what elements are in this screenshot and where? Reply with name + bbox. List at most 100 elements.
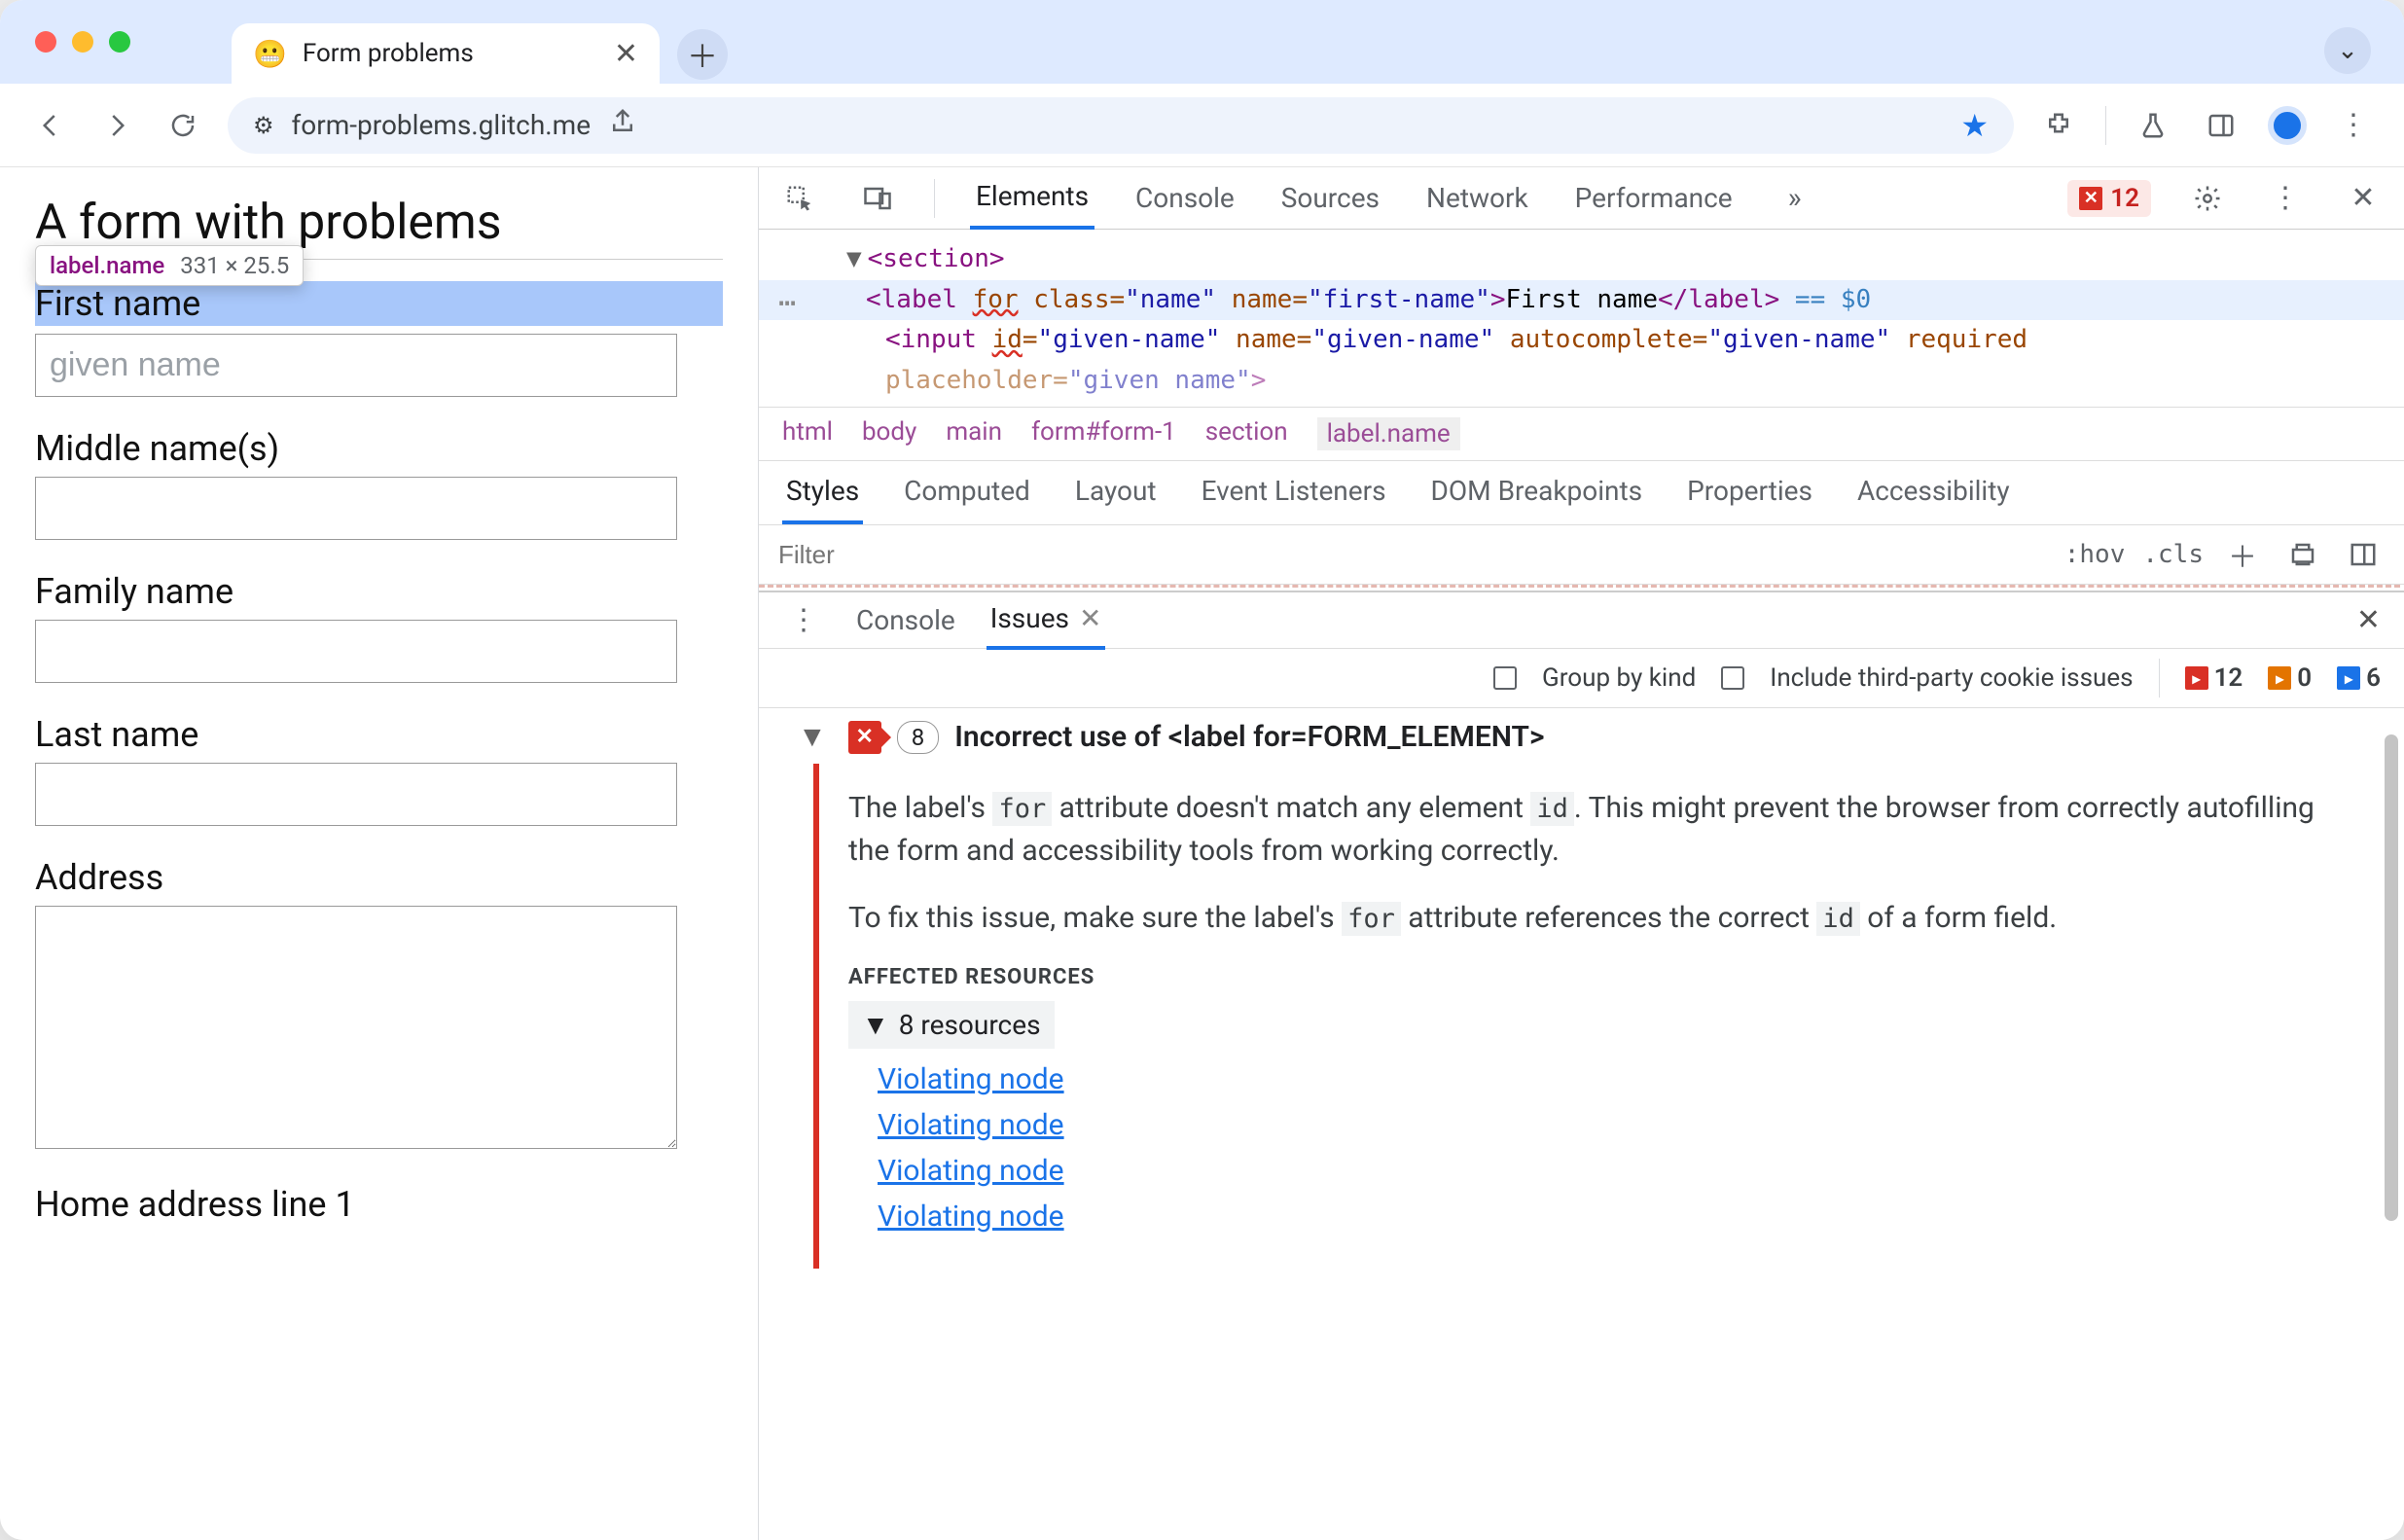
tab-network[interactable]: Network	[1420, 168, 1534, 228]
devtools-kebab-icon[interactable]: ⋮	[2264, 177, 2307, 220]
issue-header[interactable]: ▼ ✕ 8 Incorrect use of <label for=FORM_E…	[798, 720, 2381, 754]
violating-nodes-list: Violating node Violating node Violating …	[848, 1062, 2351, 1234]
field-home1: Home address line 1	[35, 1184, 723, 1225]
tab-favicon: 😬	[253, 38, 287, 70]
dom-tree[interactable]: ▼<section> <label for class="name" name=…	[759, 230, 2404, 407]
expand-icon[interactable]: ▼	[798, 720, 827, 754]
maximize-window-button[interactable]	[109, 31, 130, 53]
expand-icon[interactable]: ▼	[846, 244, 862, 273]
issue-count: 8	[897, 721, 940, 754]
extensions-icon[interactable]	[2037, 104, 2080, 147]
violating-node-link[interactable]: Violating node	[878, 1154, 2351, 1188]
back-button[interactable]	[29, 104, 72, 147]
computed-icon[interactable]	[2342, 533, 2385, 576]
crumb[interactable]: html	[782, 417, 833, 450]
input-middle-name[interactable]	[35, 477, 677, 540]
address-bar[interactable]: ⚙ form-problems.glitch.me ★	[228, 97, 2014, 154]
minimize-window-button[interactable]	[72, 31, 93, 53]
reload-button[interactable]	[161, 104, 204, 147]
tab-event-listeners[interactable]: Event Listeners	[1198, 461, 1390, 524]
error-count-chip[interactable]: ✕ 12	[2067, 180, 2151, 217]
violating-node-link[interactable]: Violating node	[878, 1062, 2351, 1096]
violating-node-link[interactable]: Violating node	[878, 1108, 2351, 1142]
badge-info[interactable]: ▸6	[2337, 663, 2381, 693]
new-tab-button[interactable]: ＋	[677, 29, 728, 80]
close-icon[interactable]: ✕	[1079, 602, 1101, 634]
separator	[934, 179, 935, 218]
tab-styles[interactable]: Styles	[782, 461, 863, 524]
drawer-close-icon[interactable]: ✕	[2356, 603, 2381, 637]
tab-console[interactable]: Console	[1130, 168, 1240, 228]
crumb[interactable]: form#form-1	[1031, 417, 1176, 450]
input-first-name[interactable]	[35, 334, 677, 397]
tab-layout[interactable]: Layout	[1071, 461, 1161, 524]
bookmark-star-icon[interactable]: ★	[1960, 107, 1989, 144]
tooltip-dimensions: 331 × 25.5	[180, 252, 289, 279]
issue-paragraph: To fix this issue, make sure the label's…	[848, 897, 2351, 940]
share-icon[interactable]	[608, 107, 637, 143]
tab-properties[interactable]: Properties	[1683, 461, 1816, 524]
tab-title: Form problems	[303, 39, 474, 68]
tab-computed[interactable]: Computed	[900, 461, 1034, 524]
inspect-icon[interactable]	[778, 177, 821, 220]
scrollbar[interactable]	[2385, 734, 2398, 1221]
issue-paragraph: The label's for attribute doesn't match …	[848, 787, 2351, 872]
crumb[interactable]: section	[1205, 417, 1288, 450]
hov-button[interactable]: :hov	[2064, 540, 2126, 569]
error-count: 12	[2110, 184, 2139, 213]
styles-filter-input[interactable]	[778, 540, 2047, 570]
tab-sources[interactable]: Sources	[1275, 168, 1385, 228]
site-settings-icon[interactable]: ⚙	[253, 112, 274, 139]
print-media-icon[interactable]	[2281, 533, 2324, 576]
dom-line-selected[interactable]: <label for class="name" name="first-name…	[759, 280, 2404, 321]
content-area: A form with problems label.name 331 × 25…	[0, 167, 2404, 1540]
tab-performance[interactable]: Performance	[1569, 168, 1739, 228]
separator	[2105, 106, 2106, 145]
new-style-icon[interactable]: ＋	[2221, 533, 2264, 576]
tab-accessibility[interactable]: Accessibility	[1853, 461, 2014, 524]
drawer-tab-console[interactable]: Console	[852, 592, 959, 648]
drawer-tab-issues[interactable]: Issues ✕	[987, 591, 1106, 650]
checkbox-third-party[interactable]	[1721, 666, 1744, 690]
badge-errors[interactable]: ▸12	[2185, 663, 2243, 693]
settings-gear-icon[interactable]	[2186, 177, 2229, 220]
kebab-menu-icon[interactable]: ⋮	[2332, 104, 2375, 147]
tab-elements[interactable]: Elements	[970, 166, 1094, 230]
dom-line[interactable]: ▼<section>	[837, 239, 2385, 280]
issue-item: ▼ ✕ 8 Incorrect use of <label for=FORM_E…	[759, 708, 2404, 1269]
dom-breadcrumb[interactable]: html body main form#form-1 section label…	[759, 407, 2404, 461]
affected-resources-heading: AFFECTED RESOURCES	[848, 965, 2351, 989]
badge-warnings[interactable]: ▸0	[2268, 663, 2312, 693]
checkbox-group-by-kind[interactable]	[1493, 666, 1517, 690]
resources-toggle[interactable]: ▼ 8 resources	[848, 1001, 1055, 1049]
dom-line[interactable]: <input id="given-name" name="given-name"…	[837, 320, 2385, 361]
label-group-by-kind: Group by kind	[1542, 663, 1696, 693]
violating-node-link[interactable]: Violating node	[878, 1200, 2351, 1234]
crumb-current[interactable]: label.name	[1317, 417, 1460, 450]
chevron-down-icon: ▼	[862, 1009, 889, 1041]
device-toggle-icon[interactable]	[856, 177, 899, 220]
devtools-close-icon[interactable]: ✕	[2342, 177, 2385, 220]
field-middle-name: Middle name(s)	[35, 428, 723, 540]
labs-icon[interactable]	[2132, 104, 2174, 147]
tabs-menu-button[interactable]: ⌄	[2324, 27, 2371, 74]
cls-button[interactable]: .cls	[2142, 540, 2204, 569]
more-tabs-icon[interactable]: »	[1774, 177, 1816, 220]
forward-button[interactable]	[95, 104, 138, 147]
input-last-name[interactable]	[35, 763, 677, 826]
crumb[interactable]: main	[946, 417, 1002, 450]
browser-tab[interactable]: 😬 Form problems ✕	[232, 23, 660, 84]
tab-close-icon[interactable]: ✕	[614, 37, 638, 71]
crumb[interactable]: body	[862, 417, 916, 450]
element-tooltip: label.name 331 × 25.5	[35, 245, 304, 286]
side-panel-icon[interactable]	[2200, 104, 2243, 147]
tab-dom-breakpoints[interactable]: DOM Breakpoints	[1427, 461, 1647, 524]
profile-avatar[interactable]	[2268, 106, 2307, 145]
tooltip-selector: label.name	[50, 252, 164, 279]
input-family-name[interactable]	[35, 620, 677, 683]
drawer-kebab-icon[interactable]: ⋮	[782, 599, 825, 642]
textarea-address[interactable]	[35, 906, 677, 1149]
close-window-button[interactable]	[35, 31, 56, 53]
dom-line[interactable]: placeholder="given name">	[837, 361, 2385, 402]
field-first-name: First name	[35, 281, 723, 397]
